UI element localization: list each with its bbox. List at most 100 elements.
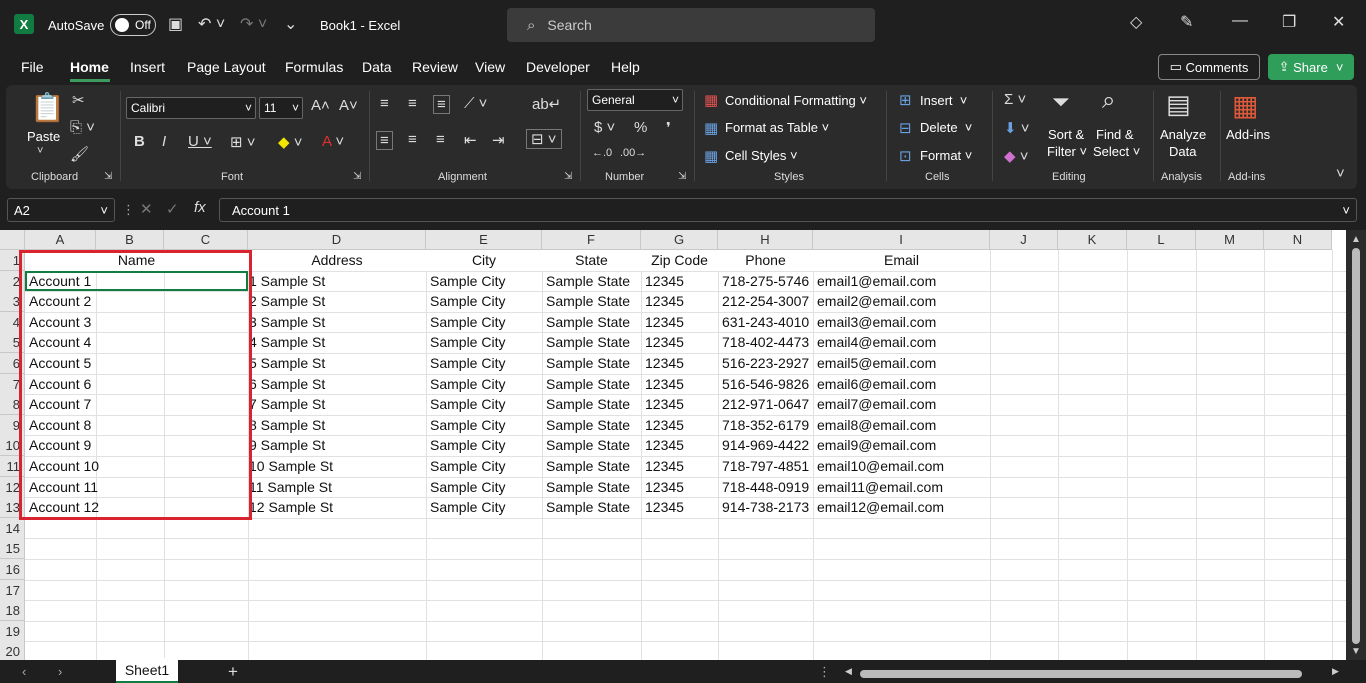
clear-icon[interactable]: ◆ ˅ (1004, 147, 1028, 165)
prev-sheet-icon[interactable]: ‹ (22, 664, 26, 679)
cell-zip-code[interactable]: 12345 (645, 456, 718, 477)
cell-address[interactable]: 6 Sample St (249, 374, 423, 395)
decrease-decimal-icon[interactable]: .00→ (620, 147, 646, 159)
cell-state[interactable]: Sample State (546, 497, 641, 518)
cell-zip-code[interactable]: 12345 (645, 353, 718, 374)
launcher-icon[interactable]: ⇲ (104, 171, 112, 182)
format-as-table-button[interactable]: Format as Table ˅ (725, 120, 829, 135)
search-box[interactable]: ⌕ Search (507, 8, 875, 42)
underline-icon[interactable]: U ˅ (188, 133, 212, 150)
header-email[interactable]: Email (813, 250, 990, 271)
wrap-text-icon[interactable]: ab↵ (532, 95, 561, 113)
column-header-h[interactable]: H (718, 230, 813, 250)
decrease-indent-icon[interactable]: ⇤ (464, 131, 477, 149)
pen-icon[interactable]: ✎ (1180, 12, 1193, 32)
tab-view[interactable]: View (475, 59, 505, 75)
analyze-data-icon[interactable]: ▤ (1166, 89, 1191, 120)
borders-icon[interactable]: ⊞ ˅ (230, 133, 256, 151)
bold-icon[interactable]: B (134, 133, 145, 150)
cell-city[interactable]: Sample City (430, 353, 542, 374)
tab-insert[interactable]: Insert (130, 59, 165, 75)
cell-phone[interactable]: 631-243-4010 (722, 312, 813, 333)
tab-formulas[interactable]: Formulas (285, 59, 343, 75)
cell-email[interactable]: email9@email.com (817, 435, 990, 456)
horizontal-scroll-thumb[interactable] (860, 670, 1302, 678)
column-header-m[interactable]: M (1196, 230, 1264, 250)
cell-zip-code[interactable]: 12345 (645, 435, 718, 456)
copy-icon[interactable]: ⎘ ˅ (70, 119, 95, 136)
align-center-icon[interactable]: ≡ (408, 131, 417, 148)
next-sheet-icon[interactable]: › (58, 664, 62, 679)
cancel-icon[interactable]: ✕ (140, 200, 153, 218)
cell-state[interactable]: Sample State (546, 394, 641, 415)
cell-email[interactable]: email7@email.com (817, 394, 990, 415)
save-icon[interactable]: ▣ (168, 14, 183, 34)
cell-city[interactable]: Sample City (430, 271, 542, 292)
cell-phone[interactable]: 718-448-0919 (722, 477, 813, 498)
tab-home[interactable]: Home (70, 59, 109, 75)
undo-icon[interactable]: ↶ ˅ (198, 14, 225, 34)
autosum-icon[interactable]: Σ ˅ (1004, 91, 1026, 108)
cell-address[interactable]: 3 Sample St (249, 312, 423, 333)
orientation-icon[interactable]: ⟋ ˅ (464, 95, 487, 112)
cell-state[interactable]: Sample State (546, 477, 641, 498)
row-header-18[interactable]: 18 (0, 600, 25, 622)
column-header-e[interactable]: E (426, 230, 542, 250)
scroll-left-icon[interactable]: ◀ (845, 666, 852, 677)
align-top-icon[interactable]: ≡ (380, 95, 389, 112)
align-left-icon[interactable]: ≡ (376, 131, 393, 150)
increase-font-icon[interactable]: A˄ (311, 97, 330, 114)
cell-phone[interactable]: 516-223-2927 (722, 353, 813, 374)
cell-zip-code[interactable]: 12345 (645, 394, 718, 415)
cell-city[interactable]: Sample City (430, 435, 542, 456)
cell-email[interactable]: email10@email.com (817, 456, 990, 477)
cell-city[interactable]: Sample City (430, 415, 542, 436)
cell-address[interactable]: 12 Sample St (249, 497, 423, 518)
cell-phone[interactable]: 718-352-6179 (722, 415, 813, 436)
column-header-c[interactable]: C (164, 230, 248, 250)
font-size-select[interactable]: 11 ˅ (259, 97, 303, 119)
chevron-down-icon[interactable]: ˅ (37, 145, 43, 157)
cell-zip-code[interactable]: 12345 (645, 477, 718, 498)
tab-file[interactable]: File (21, 59, 44, 75)
cell-email[interactable]: email12@email.com (817, 497, 990, 518)
cell-city[interactable]: Sample City (430, 291, 542, 312)
name-box[interactable]: A2 ˅ (7, 198, 115, 222)
align-bottom-icon[interactable]: ≡ (433, 95, 450, 114)
select-all-corner[interactable] (0, 230, 25, 250)
header-state[interactable]: State (542, 250, 641, 271)
cell-email[interactable]: email6@email.com (817, 374, 990, 395)
cell-address[interactable]: 8 Sample St (249, 415, 423, 436)
tab-help[interactable]: Help (611, 59, 640, 75)
cell-email[interactable]: email8@email.com (817, 415, 990, 436)
cell-email[interactable]: email5@email.com (817, 353, 990, 374)
align-middle-icon[interactable]: ≡ (408, 95, 417, 112)
column-header-f[interactable]: F (542, 230, 641, 250)
cut-icon[interactable]: ✂ (72, 91, 85, 109)
cell-address[interactable]: 2 Sample St (249, 291, 423, 312)
autosave-toggle[interactable]: Off (110, 14, 156, 36)
header-city[interactable]: City (426, 250, 542, 271)
restore-icon[interactable]: ❐ (1282, 12, 1296, 32)
column-header-b[interactable]: B (96, 230, 164, 250)
cell-address[interactable]: 7 Sample St (249, 394, 423, 415)
cell-city[interactable]: Sample City (430, 477, 542, 498)
launcher-icon[interactable]: ⇲ (678, 171, 686, 182)
cell-zip-code[interactable]: 12345 (645, 415, 718, 436)
analyze-data-label-2[interactable]: Data (1169, 144, 1196, 159)
sheet-tab[interactable]: Sheet1 (116, 658, 178, 683)
header-zip-code[interactable]: Zip Code (641, 250, 718, 271)
number-format-select[interactable]: General ˅ (587, 89, 683, 111)
cell-phone[interactable]: 718-797-4851 (722, 456, 813, 477)
cell-city[interactable]: Sample City (430, 332, 542, 353)
font-name-select[interactable]: Calibri ˅ (126, 97, 256, 119)
add-ins-icon[interactable]: ▦ (1232, 89, 1258, 122)
column-header-g[interactable]: G (641, 230, 718, 250)
decrease-font-icon[interactable]: A˅ (339, 97, 358, 114)
cell-city[interactable]: Sample City (430, 456, 542, 477)
add-ins-label[interactable]: Add-ins (1226, 127, 1270, 142)
cell-zip-code[interactable]: 12345 (645, 312, 718, 333)
cell-state[interactable]: Sample State (546, 456, 641, 477)
collapse-ribbon-icon[interactable]: ˅ (1336, 165, 1345, 182)
row-header-17[interactable]: 17 (0, 579, 25, 601)
